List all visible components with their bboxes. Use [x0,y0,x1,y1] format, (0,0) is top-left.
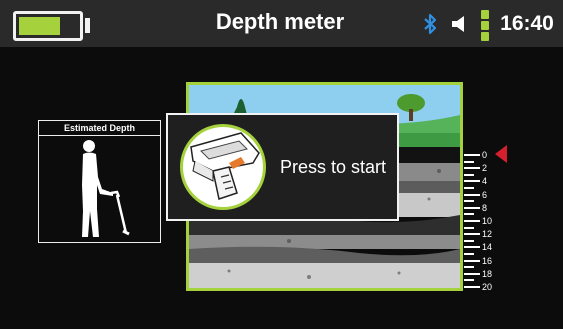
signal-bar [481,21,489,30]
depth-scale-label: 2 [482,163,488,174]
depth-scale-minor-tick [464,213,474,216]
page-title: Depth meter [215,9,345,34]
status-bar: Depth meter 16:40 [0,0,563,47]
depth-scale-minor-tick [464,266,474,269]
estimated-depth-panel: Estimated Depth [38,120,161,243]
depth-scale-major-tick [464,193,480,196]
depth-scale-label: 8 [482,202,488,213]
battery-level-fill [19,17,60,35]
depth-scale-label: 12 [482,229,493,240]
clock-time: 16:40 [500,12,554,35]
depth-scale-minor-tick [464,200,474,203]
depth-meter-screen: Depth meter 16:40 Estimated Depth 0 2 4 … [0,0,563,329]
signal-strength-icon [481,10,489,41]
signal-bar [481,32,489,41]
depth-scale-minor-tick [464,226,474,229]
depth-scale-major-tick [464,206,480,209]
depth-scale-major-tick [464,246,480,249]
person-with-detector-icon [82,140,130,237]
press-to-start-label: Press to start [280,157,387,177]
estimated-depth-title: Estimated Depth [39,121,160,136]
signal-bar [481,10,489,19]
depth-scale-major-tick [464,167,480,170]
depth-scale-major-tick [464,220,480,222]
depth-scale-minor-tick [464,160,474,163]
bluetooth-icon [424,13,437,35]
depth-scale-label: 10 [482,216,493,226]
depth-scale-minor-tick [464,279,474,282]
depth-scale-major-tick [464,286,480,288]
detector-device-icon [180,124,266,210]
speaker-icon[interactable] [451,15,469,33]
battery-tip [85,18,90,33]
depth-scale-label: 18 [482,268,493,279]
depth-scale-label: 0 [482,150,488,160]
depth-scale-minor-tick [464,187,474,189]
depth-scale: 0 2 4 6 8 10 12 14 16 18 20 [464,150,504,295]
depth-scale-label: 16 [482,255,493,266]
depth-scale-major-tick [464,154,480,156]
battery-icon [13,11,83,41]
depth-scale-label: 6 [482,189,488,200]
depth-scale-minor-tick [464,239,474,242]
depth-marker-arrow [495,145,507,163]
depth-scale-label: 20 [482,282,493,292]
depth-scale-major-tick [464,259,480,262]
depth-scale-minor-tick [464,173,474,176]
depth-scale-minor-tick [464,253,474,255]
depth-scale-major-tick [464,233,480,236]
press-to-start-button[interactable]: Press to start [166,113,399,221]
depth-scale-major-tick [464,272,480,275]
depth-scale-label: 14 [482,242,493,253]
depth-scale-label: 4 [482,176,488,187]
depth-scale-major-tick [464,180,480,183]
